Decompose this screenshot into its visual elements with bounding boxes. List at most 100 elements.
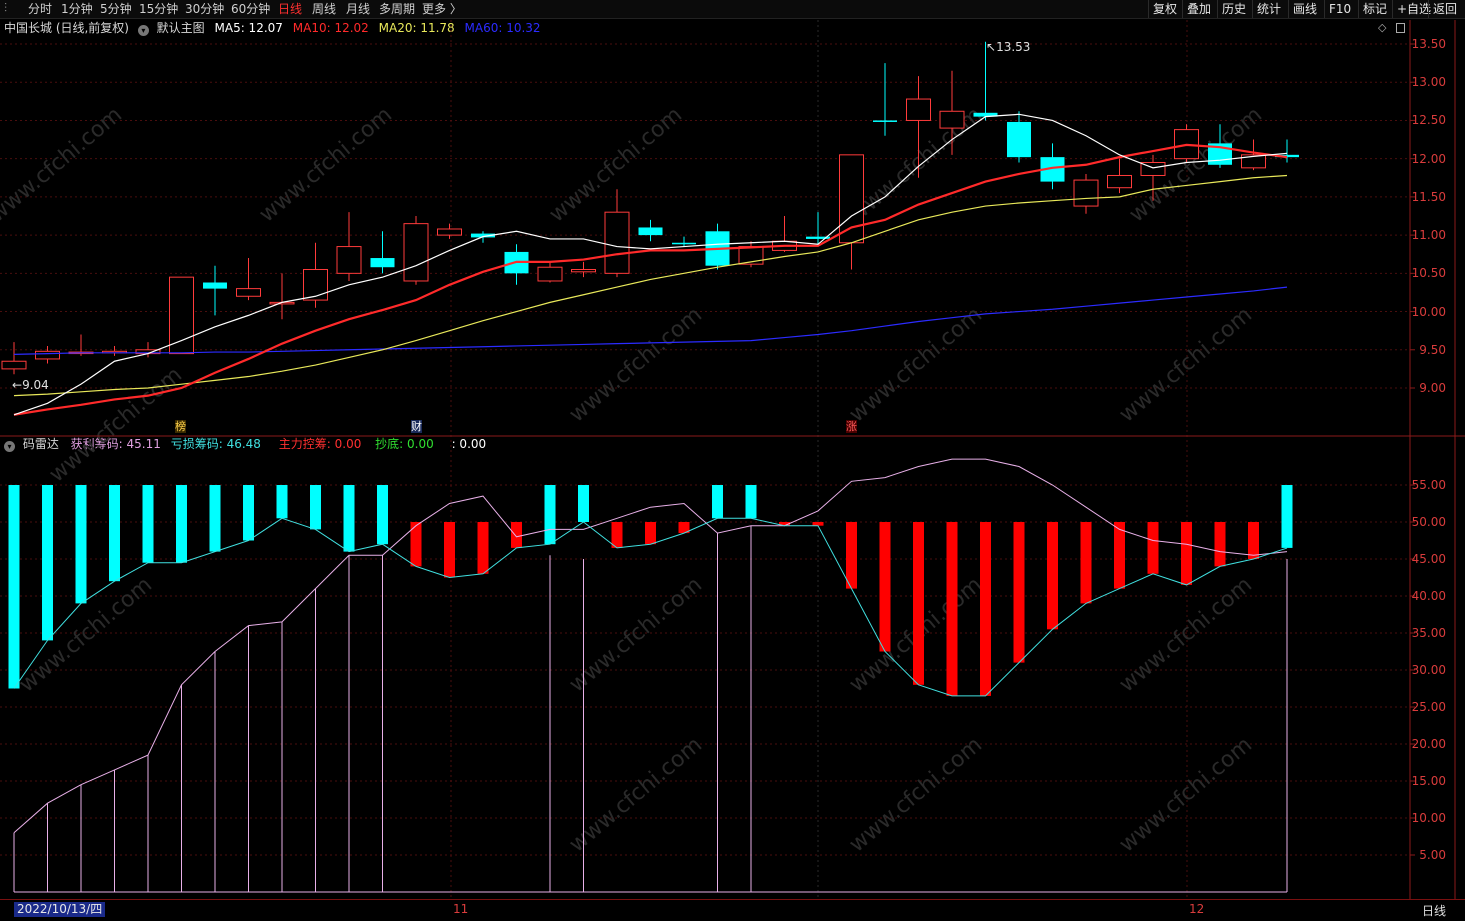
candlestick	[370, 231, 395, 274]
candle-body	[169, 276, 194, 355]
chip-bar	[712, 485, 723, 519]
watermark-text: www.cfchi.com	[1115, 732, 1257, 857]
indicator-tick: 55.00	[1411, 478, 1446, 492]
chip-bar	[1214, 522, 1226, 567]
indicator-tick: 45.00	[1411, 552, 1446, 566]
chip-bar	[377, 485, 388, 545]
candle-body	[35, 350, 60, 360]
chip-bar	[444, 522, 455, 578]
indicator-tick: 15.00	[1411, 774, 1446, 788]
chip-bar	[611, 522, 623, 548]
candlestick	[638, 219, 663, 242]
price-tick: 13.00	[1411, 75, 1446, 90]
month-11-label: 11	[453, 902, 469, 916]
finance-marker[interactable]: 财	[411, 420, 422, 433]
watermark-text: www.cfchi.com	[845, 102, 987, 227]
price-tick: 12.50	[1411, 113, 1446, 128]
candlestick	[839, 154, 864, 270]
ma5-line	[13, 113, 1288, 416]
price-tick: 12.00	[1411, 151, 1446, 166]
candlestick	[403, 216, 429, 285]
candle-body	[370, 258, 395, 268]
candle-body	[303, 269, 328, 301]
watermark-text: www.cfchi.com	[845, 732, 987, 857]
chip-bar	[913, 522, 924, 685]
chip-bar	[812, 522, 824, 526]
indicator-tick: 10.00	[1411, 811, 1446, 825]
candlestick	[236, 258, 261, 301]
chip-bar	[745, 485, 757, 519]
high-price-label: ↖13.53	[986, 40, 1031, 54]
chip-bar	[1248, 522, 1259, 559]
candle-body	[571, 269, 596, 273]
candlestick	[1107, 158, 1132, 194]
limit-up-marker[interactable]: 涨	[846, 420, 857, 433]
chip-bar	[75, 485, 87, 604]
chip-bar	[980, 522, 991, 696]
chip-bar	[846, 522, 857, 589]
candle-body	[873, 120, 897, 122]
candlestick	[1073, 173, 1099, 214]
indicator-tick: 25.00	[1411, 700, 1446, 714]
watermark-text: www.cfchi.com	[1115, 302, 1257, 427]
price-tick: 13.50	[1411, 37, 1446, 51]
watermark-text: www.cfchi.com	[845, 302, 987, 427]
chip-bar	[477, 522, 489, 574]
indicator-tick: 35.00	[1411, 626, 1446, 640]
price-tick: 10.00	[1411, 304, 1446, 319]
chip-bar	[1013, 522, 1025, 663]
indicator-tick: 5.00	[1419, 848, 1446, 862]
diamond-icon[interactable]: ◇	[1378, 21, 1386, 34]
candlestick	[102, 345, 127, 356]
candle-body	[403, 223, 429, 282]
chip-bar	[8, 485, 20, 689]
chip-bar	[109, 485, 120, 582]
candlestick	[35, 345, 60, 364]
watermark-text: www.cfchi.com	[545, 102, 687, 227]
chip-bar	[176, 485, 187, 563]
candlestick	[1241, 139, 1266, 171]
price-tick: 10.50	[1411, 266, 1446, 281]
chip-bar	[645, 522, 656, 545]
watermark-text: www.cfchi.com	[1115, 572, 1257, 697]
candle-body	[906, 98, 931, 121]
price-tick: 11.00	[1411, 228, 1446, 243]
candlestick	[437, 223, 462, 239]
price-tick: 9.00	[1419, 381, 1446, 395]
chip-bar	[310, 485, 321, 530]
chip-bar	[879, 522, 891, 652]
candle-body	[1007, 121, 1031, 158]
candle-body	[1107, 174, 1132, 189]
chip-bar	[1047, 522, 1058, 630]
candlestick	[672, 236, 696, 247]
watermark-text: www.cfchi.com	[45, 362, 187, 487]
chip-bar	[1147, 522, 1159, 574]
low-price-label: ←9.04	[12, 378, 49, 392]
indicator-tick: 30.00	[1411, 663, 1446, 677]
candle-body	[537, 266, 563, 282]
period-button[interactable]: 日线	[1422, 902, 1446, 919]
candlestick	[169, 276, 194, 355]
panel-icon[interactable]	[1396, 23, 1405, 33]
candlestick	[269, 273, 295, 320]
candle-body	[236, 288, 261, 297]
chip-bar	[42, 485, 53, 641]
candle-body	[638, 227, 663, 236]
chip-bar	[209, 485, 221, 552]
price-tick: 11.50	[1411, 189, 1446, 204]
candlestick	[1007, 111, 1031, 163]
candle-body	[939, 110, 965, 129]
chip-bar	[1181, 522, 1192, 585]
candlestick	[604, 189, 630, 278]
rank-marker[interactable]: 榜	[175, 420, 186, 433]
candlestick	[1174, 124, 1199, 163]
candle-body	[1, 360, 27, 370]
candle-body	[336, 246, 362, 274]
watermark-text: www.cfchi.com	[565, 732, 707, 857]
chip-bar	[946, 522, 958, 696]
chip-bar	[142, 485, 154, 563]
watermark-text: www.cfchi.com	[565, 302, 707, 427]
candle-body	[203, 282, 227, 289]
kline-chart[interactable]: www.cfchi.com www.cfchi.com www.cfchi.com w…	[0, 0, 1465, 900]
chip-bar	[578, 485, 589, 522]
